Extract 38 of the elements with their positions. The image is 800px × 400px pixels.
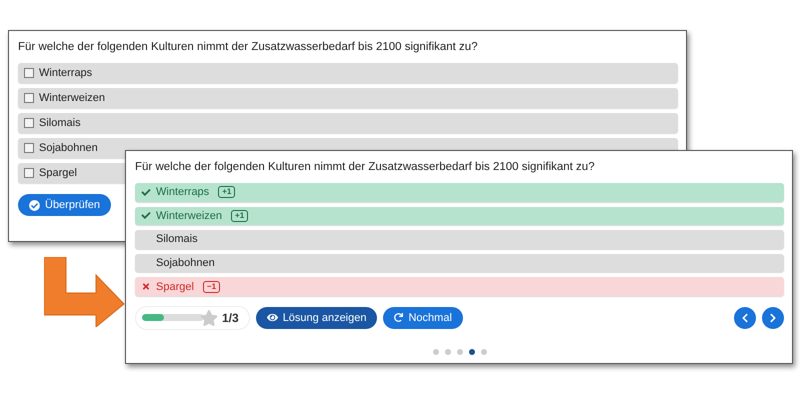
answer-option[interactable]: Winterraps [18,63,678,83]
option-label: Winterweizen [156,210,222,222]
arrow-icon [44,257,126,327]
page-dot[interactable] [456,348,462,355]
page-dot[interactable] [444,348,450,355]
retry-button[interactable]: Nochmal [383,306,463,329]
option-label: Silomais [156,233,198,246]
show-solution-button[interactable]: Lösung anzeigen [256,306,378,329]
eye-icon [266,312,278,324]
chevron-left-icon [740,312,750,323]
answer-option[interactable]: Winterweizen [18,88,678,108]
checkbox[interactable] [24,93,34,103]
score-badge: +1 [231,210,248,222]
score-text: 1/3 [222,310,239,325]
cross-icon [141,282,151,292]
check-icon [141,188,151,197]
previous-button[interactable] [734,306,756,329]
page-dot[interactable] [480,348,486,355]
option-label: Sojabohnen [156,257,215,270]
page-dot[interactable] [432,348,438,355]
question-text: Für welche der folgenden Kulturen nimmt der Zusatzwasserbedarf bis 2100 signifikant zu? [135,161,596,173]
checkbox[interactable] [24,68,34,78]
check-button[interactable]: Überprüfen [18,194,112,216]
page-dot[interactable] [468,348,474,355]
question-text: Für welche der folgenden Kulturen nimmt der Zusatzwasserbedarf bis 2100 signifikant zu? [18,41,479,53]
star-icon [200,308,218,327]
chevron-right-icon [768,312,778,323]
answer-option[interactable]: Silomais [18,113,678,133]
option-label: Spargel [156,280,194,293]
score-badge: −1 [202,280,220,293]
check-icon [141,211,151,220]
next-button[interactable] [762,306,784,329]
option-label: Winterraps [156,186,210,198]
score-badge: +1 [218,186,236,198]
checkbox[interactable] [24,118,34,128]
redo-icon [394,313,404,322]
checkbox[interactable] [24,168,34,178]
checkbox[interactable] [24,143,34,153]
